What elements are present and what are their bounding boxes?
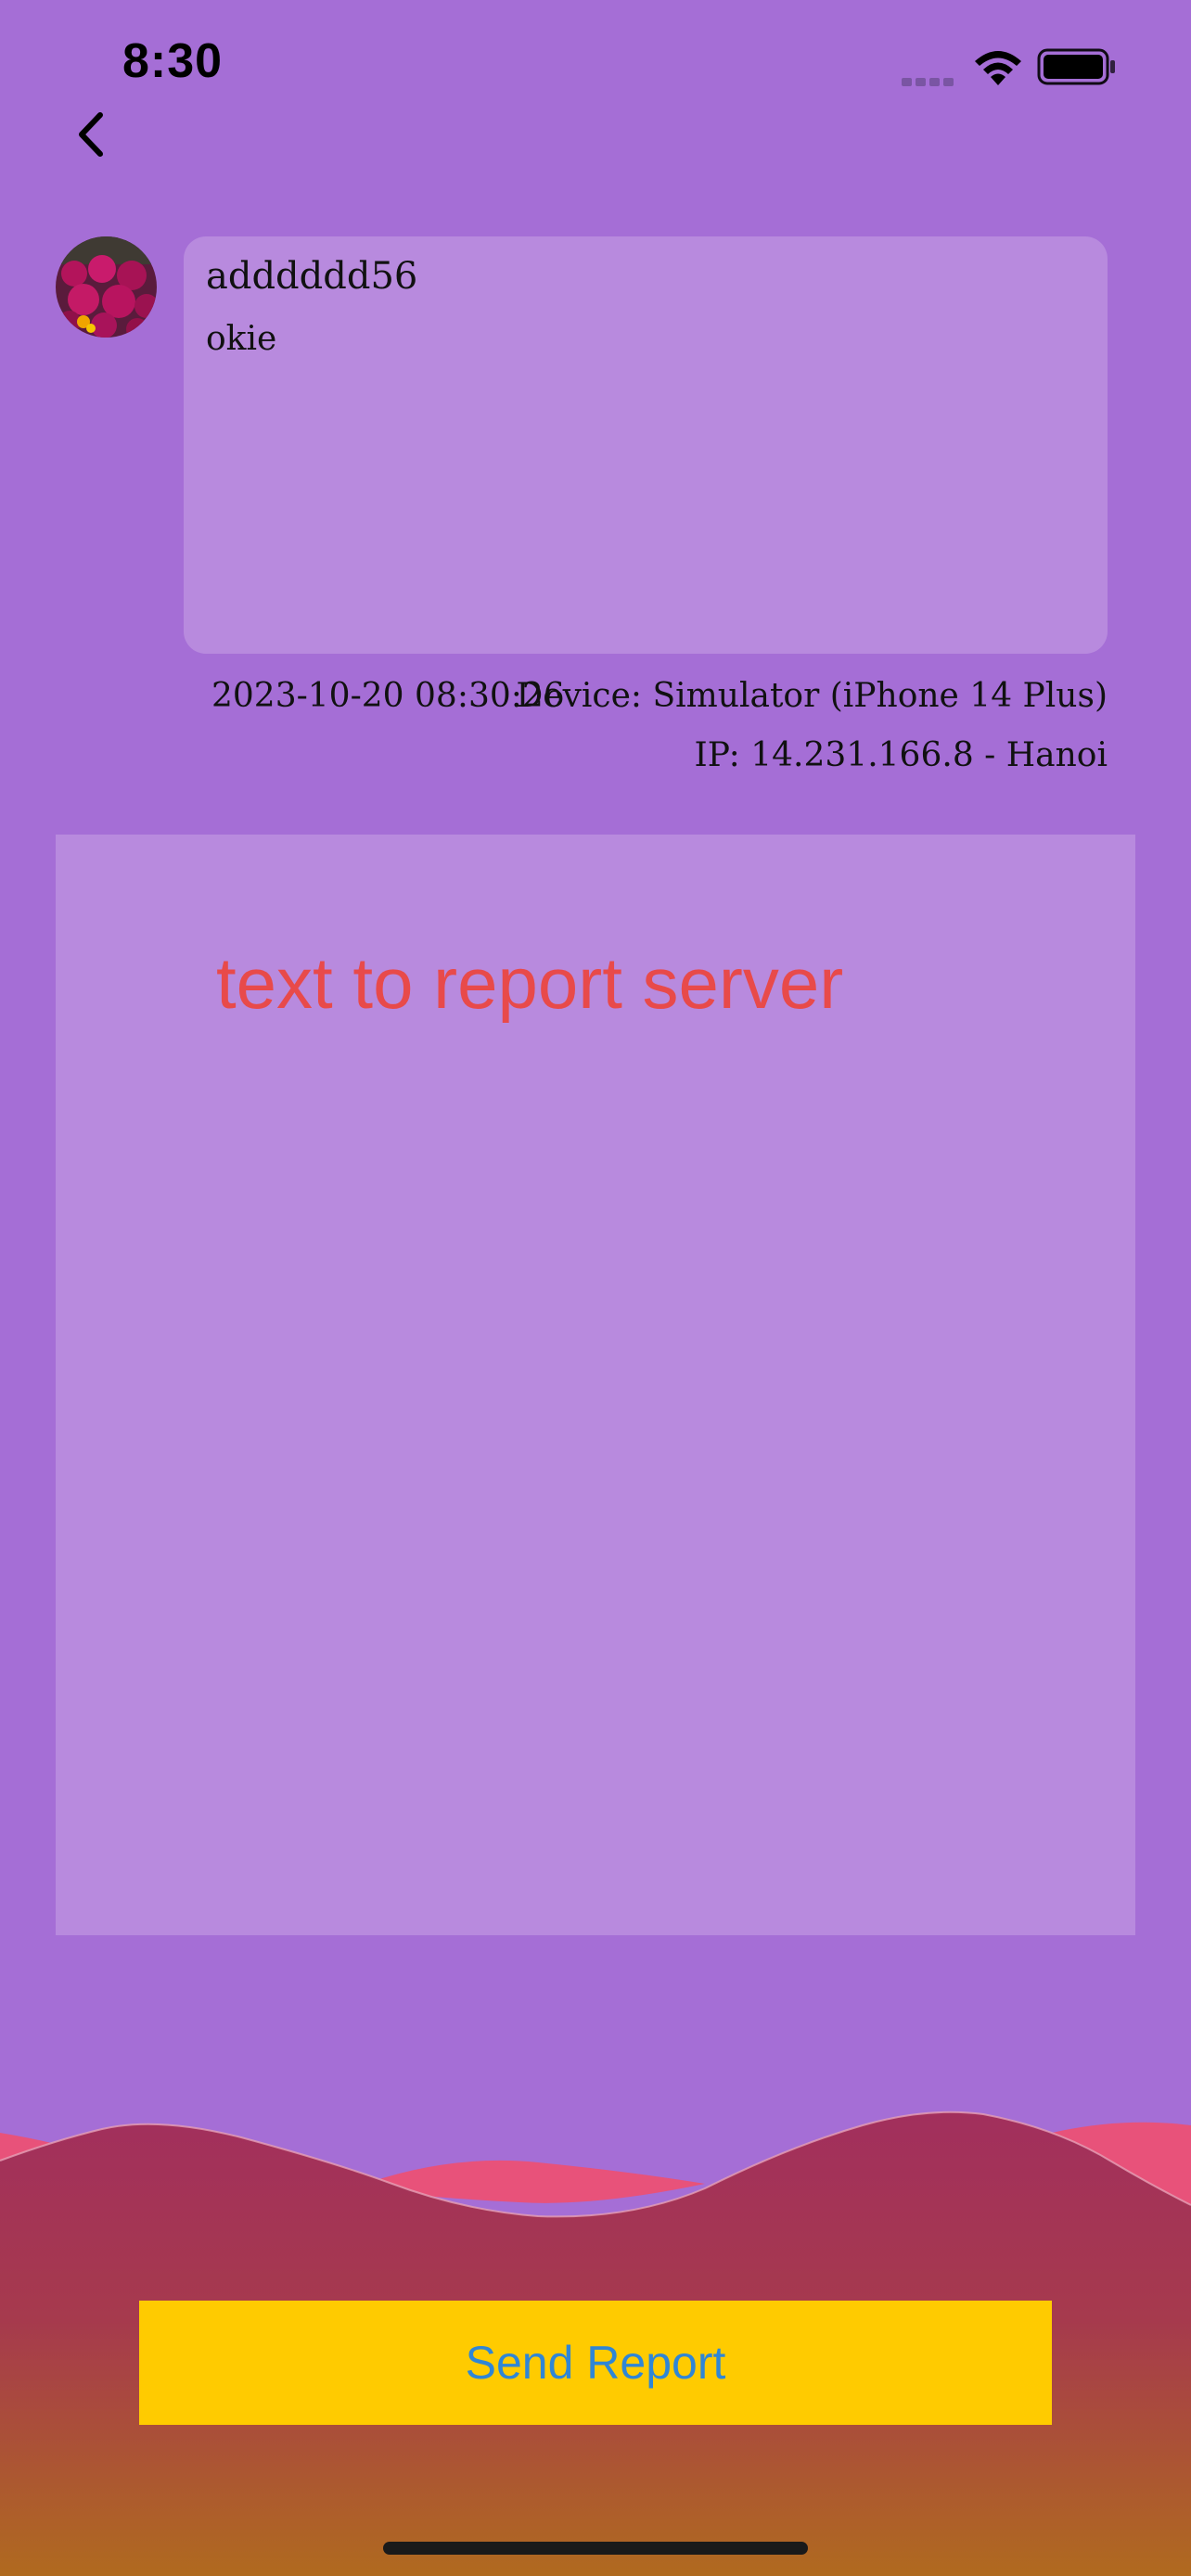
home-indicator[interactable] — [383, 2542, 808, 2555]
signal-icon — [902, 72, 957, 86]
message-text: okie — [206, 320, 277, 358]
back-button[interactable] — [65, 102, 121, 167]
wifi-icon — [975, 51, 1021, 85]
flower-avatar-icon — [56, 236, 157, 338]
ip-info: IP: 14.231.166.8 - Hanoi — [694, 736, 1108, 774]
battery-icon — [1037, 48, 1115, 85]
message-username: adddddd56 — [206, 255, 418, 298]
send-report-button[interactable]: Send Report — [139, 2301, 1052, 2425]
message-date: 2023-10-20 08:30:26 — [211, 677, 565, 715]
device-info: Device: Simulator (iPhone 14 Plus) — [516, 677, 1108, 715]
report-input[interactable]: text to report server — [56, 835, 1135, 1935]
report-text: text to report server — [216, 942, 844, 1024]
status-bar: 8:30 — [0, 0, 1191, 121]
chevron-left-icon — [79, 112, 103, 157]
send-report-label: Send Report — [465, 2337, 726, 2389]
status-time: 8:30 — [122, 34, 224, 88]
message-card: adddddd56 okie — [184, 236, 1108, 654]
avatar[interactable] — [56, 236, 157, 338]
